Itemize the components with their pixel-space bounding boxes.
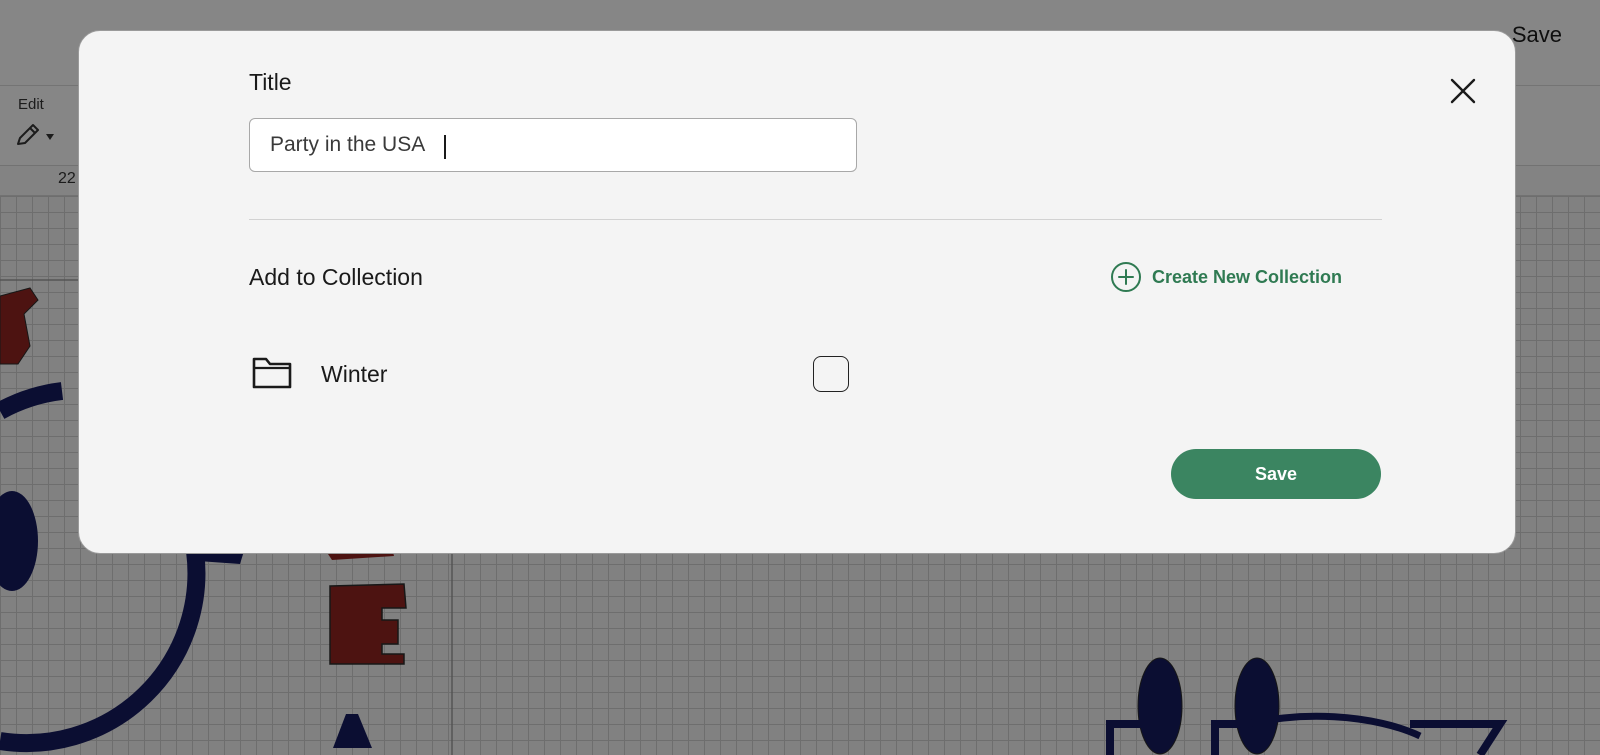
collection-item[interactable]: Winter [249, 349, 849, 401]
collection-checkbox[interactable] [813, 356, 849, 392]
add-to-collection-heading: Add to Collection [249, 264, 423, 290]
create-new-collection-label: Create New Collection [1152, 266, 1343, 287]
text-caret [444, 135, 446, 159]
title-label: Title [249, 69, 292, 95]
create-new-collection-button[interactable]: Create New Collection [1110, 257, 1342, 297]
close-button[interactable] [1445, 73, 1481, 109]
save-button[interactable]: Save [1171, 449, 1381, 499]
collection-name: Winter [321, 361, 388, 387]
section-divider [249, 219, 1382, 220]
plus-circle-icon [1111, 262, 1141, 292]
title-input[interactable] [249, 118, 857, 172]
folder-icon [252, 357, 292, 389]
save-project-dialog: Title Add to Collection Create New Colle… [78, 30, 1516, 554]
close-icon [1450, 78, 1476, 104]
